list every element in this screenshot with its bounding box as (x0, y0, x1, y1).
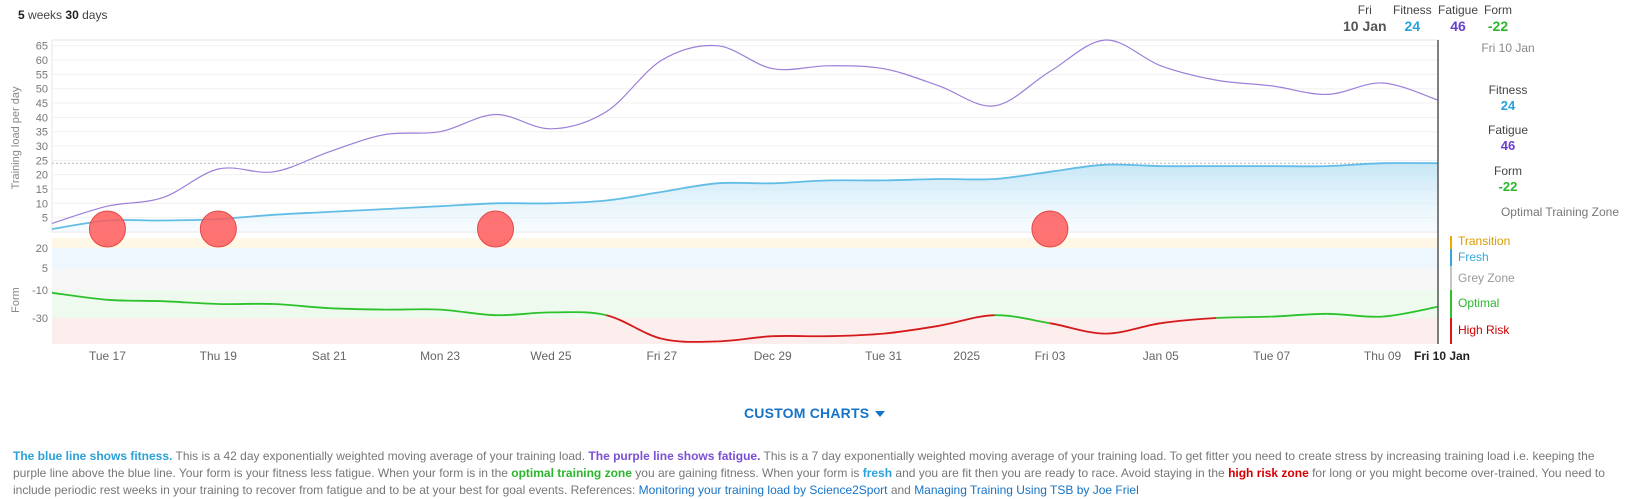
band-grey (52, 268, 1438, 290)
side-fatigue-value: 46 (1501, 138, 1515, 153)
zone-legend-label: Optimal (1458, 296, 1499, 310)
x-tick-label: Thu 09 (1364, 349, 1402, 363)
zone-legend: Transition Fresh Grey Zone Optimal High Risk (1451, 234, 1515, 344)
zone-legend-label: Transition (1458, 234, 1510, 248)
event-marker (200, 211, 236, 247)
x-tick-label: Jan 05 (1143, 349, 1179, 363)
y-tick-label: 30 (36, 141, 48, 153)
event-marker (1032, 211, 1068, 247)
band-transition (52, 238, 1438, 248)
x-tick-label: Dec 29 (754, 349, 792, 363)
side-fitness-label: Fitness (1489, 83, 1528, 97)
form-tick-label: -30 (32, 313, 48, 325)
x-tick-label: Fri 03 (1035, 349, 1066, 363)
y-tick-label: 35 (36, 127, 48, 139)
x-tick-label: Tue 07 (1253, 349, 1290, 363)
desc-optimal-zone: optimal training zone (511, 466, 632, 480)
x-tick-label: Thu 19 (200, 349, 238, 363)
x-tick-label: Tue 31 (865, 349, 902, 363)
y-tick-label: 65 (36, 41, 48, 53)
desc-text-3: you are gaining fitness. When your form … (632, 466, 863, 480)
x-tick-label: Mon 23 (420, 349, 460, 363)
desc-text-4: and you are fit then you are ready to ra… (892, 466, 1228, 480)
band-fresh (52, 248, 1438, 268)
y-axis-label-lower: Form (10, 287, 22, 313)
y-tick-label: 15 (36, 184, 48, 196)
x-tick-label: Sat 21 (312, 349, 347, 363)
y-tick-label: 10 (36, 198, 48, 210)
y-tick-label: 55 (36, 69, 48, 81)
link-joe-friel[interactable]: Managing Training Using TSB by Joe Friel (914, 483, 1139, 497)
desc-fresh: fresh (863, 466, 892, 480)
desc-and: and (887, 483, 914, 497)
custom-charts-button[interactable]: CUSTOM CHARTS (744, 405, 885, 421)
desc-high-risk-zone: high risk zone (1228, 466, 1309, 480)
form-tick-label: -10 (32, 285, 48, 297)
y-tick-label: 50 (36, 84, 48, 96)
side-fatigue-label: Fatigue (1488, 123, 1528, 137)
chevron-down-icon (875, 411, 885, 417)
link-science2sport[interactable]: Monitoring your training load by Science… (639, 483, 888, 497)
zone-legend-label: Fresh (1458, 250, 1489, 264)
band-high-risk (52, 318, 1438, 344)
form-tick-label: 20 (36, 243, 48, 255)
side-form-label: Form (1494, 164, 1522, 178)
form-tick-label: 5 (42, 263, 48, 275)
y-tick-label: 60 (36, 55, 48, 67)
x-tick-label: Fri 27 (646, 349, 677, 363)
event-marker (89, 211, 125, 247)
desc-blue-line: The blue line shows fitness. (13, 449, 172, 463)
side-panel: Fri 10 Jan Fitness 24 Fatigue 46 Form -2… (1481, 41, 1619, 219)
y-axis-label-upper: Training load per day (10, 86, 22, 189)
x-tick-label: Tue 17 (89, 349, 126, 363)
event-marker (478, 211, 514, 247)
desc-text-1: This is a 42 day exponentially weighted … (172, 449, 588, 463)
x-tick-label: Wed 25 (530, 349, 571, 363)
y-tick-label: 25 (36, 155, 48, 167)
fitness-chart[interactable]: 5101520253035404550556065205-10-30Tue 17… (0, 0, 1627, 380)
side-fitness-value: 24 (1501, 98, 1516, 113)
side-form-value: -22 (1499, 179, 1518, 194)
y-tick-label: 20 (36, 170, 48, 182)
zone-legend-label: Grey Zone (1458, 271, 1515, 285)
side-zone-label: Optimal Training Zone (1501, 205, 1619, 219)
x-tick-label: Fri 10 Jan (1414, 349, 1470, 363)
y-tick-label: 45 (36, 98, 48, 110)
y-tick-label: 40 (36, 112, 48, 124)
side-date: Fri 10 Jan (1481, 41, 1534, 55)
chart-description: The blue line shows fitness. This is a 4… (13, 448, 1613, 499)
y-tick-label: 5 (42, 213, 48, 225)
x-tick-label: 2025 (953, 349, 980, 363)
zone-legend-label: High Risk (1458, 323, 1510, 337)
custom-charts-label: CUSTOM CHARTS (744, 405, 869, 421)
desc-purple-line: The purple line shows fatigue. (588, 449, 760, 463)
